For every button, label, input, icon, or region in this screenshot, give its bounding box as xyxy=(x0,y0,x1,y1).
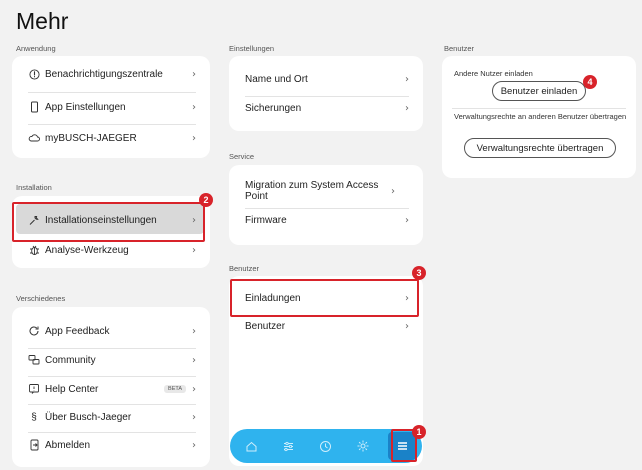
menu-item-abmelden[interactable]: Abmelden › xyxy=(28,439,196,451)
refresh-icon xyxy=(28,325,40,337)
menu-item-label: Firmware xyxy=(245,215,287,226)
menu-item-label: Über Busch-Jaeger xyxy=(45,411,132,423)
divider xyxy=(28,432,196,433)
tab-timer[interactable] xyxy=(310,429,340,463)
menu-item-label: Help Center xyxy=(45,383,99,395)
verschiedenes-card: App Feedback › Community › Help Center B… xyxy=(12,307,210,467)
menu-item-community[interactable]: Community › xyxy=(28,354,196,366)
invite-user-button[interactable]: Benutzer einladen xyxy=(492,81,586,101)
menu-item-label: Sicherungen xyxy=(245,103,302,114)
chevron-right-icon: › xyxy=(405,321,409,332)
paragraph-icon: § xyxy=(31,411,37,423)
menu-item-mybusch-jaeger[interactable]: myBUSCH-JAEGER › xyxy=(28,132,196,144)
menu-item-app-feedback[interactable]: App Feedback › xyxy=(28,325,196,337)
menu-item-name-und-ort[interactable]: Name und Ort › xyxy=(245,74,409,85)
menu-item-migration[interactable]: Migration zum System Access Point › xyxy=(245,180,409,202)
section-label-benutzer-right: Benutzer xyxy=(444,44,475,53)
menu-item-firmware[interactable]: Firmware › xyxy=(245,215,409,226)
chat-icon xyxy=(28,354,40,366)
chevron-right-icon: › xyxy=(391,185,395,197)
menu-item-label: Analyse-Werkzeug xyxy=(45,244,129,256)
service-card: Migration zum System Access Point › Firm… xyxy=(229,165,423,245)
annotation-marker-4: 4 xyxy=(583,75,597,89)
menu-item-benachrichtigungszentrale[interactable]: Benachrichtigungszentrale › xyxy=(28,68,196,80)
chevron-right-icon: › xyxy=(192,354,196,366)
chevron-right-icon: › xyxy=(192,244,196,256)
section-label-verschiedenes: Verschiedenes xyxy=(16,294,66,303)
divider xyxy=(28,348,196,349)
help-icon xyxy=(28,383,40,395)
bug-icon xyxy=(28,244,40,256)
divider xyxy=(452,108,626,109)
divider xyxy=(245,208,409,209)
page-title: Mehr xyxy=(16,8,69,34)
chevron-right-icon: › xyxy=(192,383,196,395)
menu-item-label: App Feedback xyxy=(45,325,110,337)
transfer-admin-rights-button[interactable]: Verwaltungsrechte übertragen xyxy=(464,138,616,158)
chevron-right-icon: › xyxy=(192,101,196,113)
einstellungen-card: Name und Ort › Sicherungen › xyxy=(229,56,423,131)
annotation-marker-2: 2 xyxy=(199,193,213,207)
gear-icon xyxy=(357,440,369,452)
chevron-right-icon: › xyxy=(405,215,409,226)
menu-item-ueber-busch-jaeger[interactable]: § Über Busch-Jaeger › xyxy=(28,411,196,423)
divider xyxy=(28,92,196,93)
logout-icon xyxy=(28,439,40,451)
menu-item-label: Abmelden xyxy=(45,439,91,451)
divider xyxy=(28,404,196,405)
anwendung-card: Benachrichtigungszentrale › App Einstell… xyxy=(12,56,210,158)
menu-item-label: App Einstellungen xyxy=(45,101,126,113)
menu-item-label: myBUSCH-JAEGER xyxy=(45,132,137,144)
beta-badge: BETA xyxy=(164,385,186,393)
menu-item-label: Name und Ort xyxy=(245,74,308,85)
menu-item-analyse-werkzeug[interactable]: Analyse-Werkzeug › xyxy=(28,244,196,256)
menu-item-label: Benutzer xyxy=(245,321,286,332)
divider xyxy=(245,96,409,97)
menu-item-sicherungen[interactable]: Sicherungen › xyxy=(245,103,409,114)
benutzer-actions-card: Andere Nutzer einladen Benutzer einladen… xyxy=(442,56,636,178)
section-label-service: Service xyxy=(229,152,255,161)
menu-item-app-einstellungen[interactable]: App Einstellungen › xyxy=(28,101,196,113)
tab-controls[interactable] xyxy=(273,429,303,463)
menu-item-help-center[interactable]: Help Center BETA › xyxy=(28,383,196,395)
tab-home[interactable] xyxy=(236,429,266,463)
chevron-right-icon: › xyxy=(192,68,196,80)
notification-icon xyxy=(28,68,40,80)
section-label-einstellungen: Einstellungen xyxy=(229,44,275,53)
clock-icon xyxy=(319,440,331,452)
cloud-icon xyxy=(28,132,40,144)
sliders-icon xyxy=(283,441,293,451)
chevron-right-icon: › xyxy=(405,103,409,114)
phone-icon xyxy=(28,101,40,113)
home-icon xyxy=(246,441,256,451)
chevron-right-icon: › xyxy=(192,411,196,423)
divider xyxy=(28,376,196,377)
tab-settings[interactable] xyxy=(348,429,378,463)
menu-item-label: Community xyxy=(45,354,96,366)
menu-item-label: Benachrichtigungszentrale xyxy=(45,68,163,80)
admin-rights-description: Verwaltungsrechte an anderen Benutzer üb… xyxy=(454,112,627,121)
chevron-right-icon: › xyxy=(405,74,409,85)
highlight-einladungen xyxy=(230,279,419,317)
menu-item-benutzer[interactable]: Benutzer › xyxy=(245,321,409,332)
section-label-benutzer: Benutzer xyxy=(229,264,260,273)
divider xyxy=(28,124,196,125)
invite-description: Andere Nutzer einladen xyxy=(454,69,533,78)
annotation-marker-1: 1 xyxy=(412,425,426,439)
chevron-right-icon: › xyxy=(192,132,196,144)
section-label-installation: Installation xyxy=(16,183,52,192)
menu-item-label: Migration zum System Access Point xyxy=(245,180,379,202)
annotation-marker-3: 3 xyxy=(412,266,426,280)
chevron-right-icon: › xyxy=(192,325,196,337)
highlight-installationseinstellungen xyxy=(12,202,205,242)
section-label-anwendung: Anwendung xyxy=(16,44,56,53)
chevron-right-icon: › xyxy=(192,439,196,451)
